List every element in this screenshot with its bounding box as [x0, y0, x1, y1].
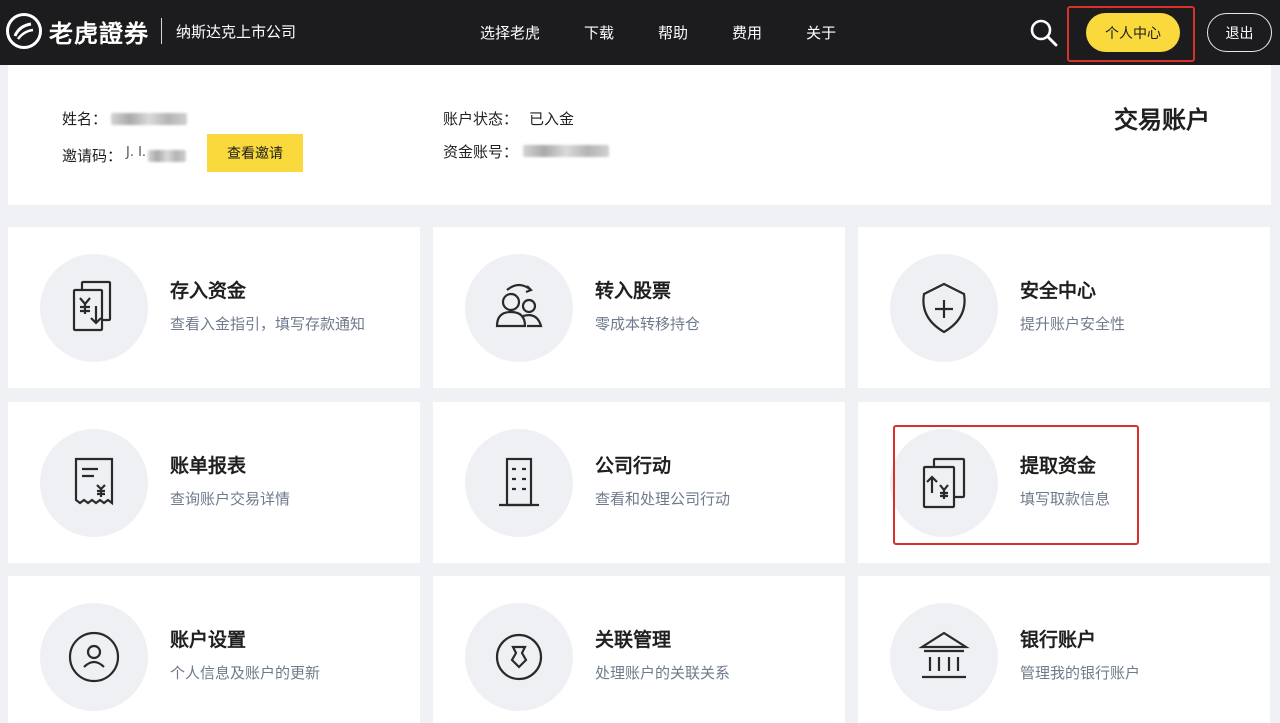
- card-desc: 查看入金指引，填写存款通知: [170, 315, 366, 333]
- invite-code-label: 邀请码：: [62, 147, 123, 165]
- highlight-box-withdraw: [893, 425, 1139, 545]
- card-title: 关联管理: [595, 629, 672, 651]
- brand-tagline: 纳斯达克上市公司: [176, 22, 297, 41]
- bank-icon: [890, 603, 998, 711]
- building-icon: [465, 429, 573, 537]
- card-corporate-actions[interactable]: 公司行动 查看和处理公司行动: [433, 402, 845, 563]
- card-bank-accounts[interactable]: 银行账户 管理我的银行账户: [858, 576, 1270, 723]
- brand-logo[interactable]: 老虎證券 纳斯达克上市公司: [6, 13, 296, 49]
- card-statements[interactable]: 账单报表 查询账户交易详情: [8, 402, 420, 563]
- logo-divider: [161, 18, 162, 44]
- users-transfer-icon: [465, 254, 573, 362]
- name-value-redacted: [111, 113, 187, 125]
- card-desc: 个人信息及账户的更新: [170, 664, 321, 682]
- card-deposit-funds[interactable]: 存入资金 查看入金指引，填写存款通知: [8, 227, 420, 388]
- card-link-management[interactable]: 关联管理 处理账户的关联关系: [433, 576, 845, 723]
- card-desc: 处理账户的关联关系: [595, 664, 731, 682]
- card-desc: 查询账户交易详情: [170, 490, 291, 508]
- highlight-box-personal-center: [1067, 6, 1195, 62]
- card-title: 公司行动: [595, 455, 672, 477]
- card-title: 安全中心: [1020, 280, 1097, 302]
- card-desc: 提升账户安全性: [1020, 315, 1126, 333]
- shield-plus-icon: [890, 254, 998, 362]
- trading-account-title: 交易账户: [1114, 106, 1210, 134]
- account-status-label: 账户状态：: [443, 110, 519, 128]
- card-desc: 管理我的银行账户: [1020, 664, 1141, 682]
- account-status-value: 已入金: [529, 110, 575, 128]
- view-invite-button[interactable]: 查看邀请: [207, 134, 303, 172]
- fund-account-redacted: [523, 145, 609, 157]
- card-desc: 查看和处理公司行动: [595, 490, 731, 508]
- brand-name: 老虎證券: [49, 19, 149, 48]
- invite-code-value: J. I.: [126, 145, 147, 160]
- nav-item-about[interactable]: 关于: [806, 22, 836, 43]
- main-nav: 选择老虎 下载 帮助 费用 关于: [480, 22, 880, 43]
- card-security-center[interactable]: 安全中心 提升账户安全性: [858, 227, 1270, 388]
- card-transfer-stocks[interactable]: 转入股票 零成本转移持仓: [433, 227, 845, 388]
- card-account-settings[interactable]: 账户设置 个人信息及账户的更新: [8, 576, 420, 723]
- link-management-icon: [465, 603, 573, 711]
- invite-code-redacted: [148, 150, 186, 162]
- card-title: 银行账户: [1020, 629, 1097, 651]
- name-label: 姓名：: [62, 110, 108, 128]
- card-title: 账单报表: [170, 455, 247, 477]
- fund-account-label: 资金账号：: [443, 143, 519, 161]
- card-title: 账户设置: [170, 629, 247, 651]
- tiger-logo-icon: [6, 13, 42, 49]
- nav-item-choose-tiger[interactable]: 选择老虎: [480, 22, 540, 43]
- logout-button[interactable]: 退出: [1207, 13, 1272, 52]
- receipt-icon: [40, 429, 148, 537]
- account-info-panel: 姓名： 邀请码： J. I. 查看邀请 账户状态： 已入金 资金账号： 交易账户: [8, 65, 1271, 205]
- nav-item-fees[interactable]: 费用: [732, 22, 762, 43]
- search-icon[interactable]: [1029, 18, 1059, 48]
- card-title: 转入股票: [595, 280, 672, 302]
- nav-item-help[interactable]: 帮助: [658, 22, 688, 43]
- card-desc: 零成本转移持仓: [595, 315, 701, 333]
- user-circle-icon: [40, 603, 148, 711]
- card-title: 存入资金: [170, 280, 247, 302]
- deposit-icon: [40, 254, 148, 362]
- nav-item-download[interactable]: 下载: [584, 22, 614, 43]
